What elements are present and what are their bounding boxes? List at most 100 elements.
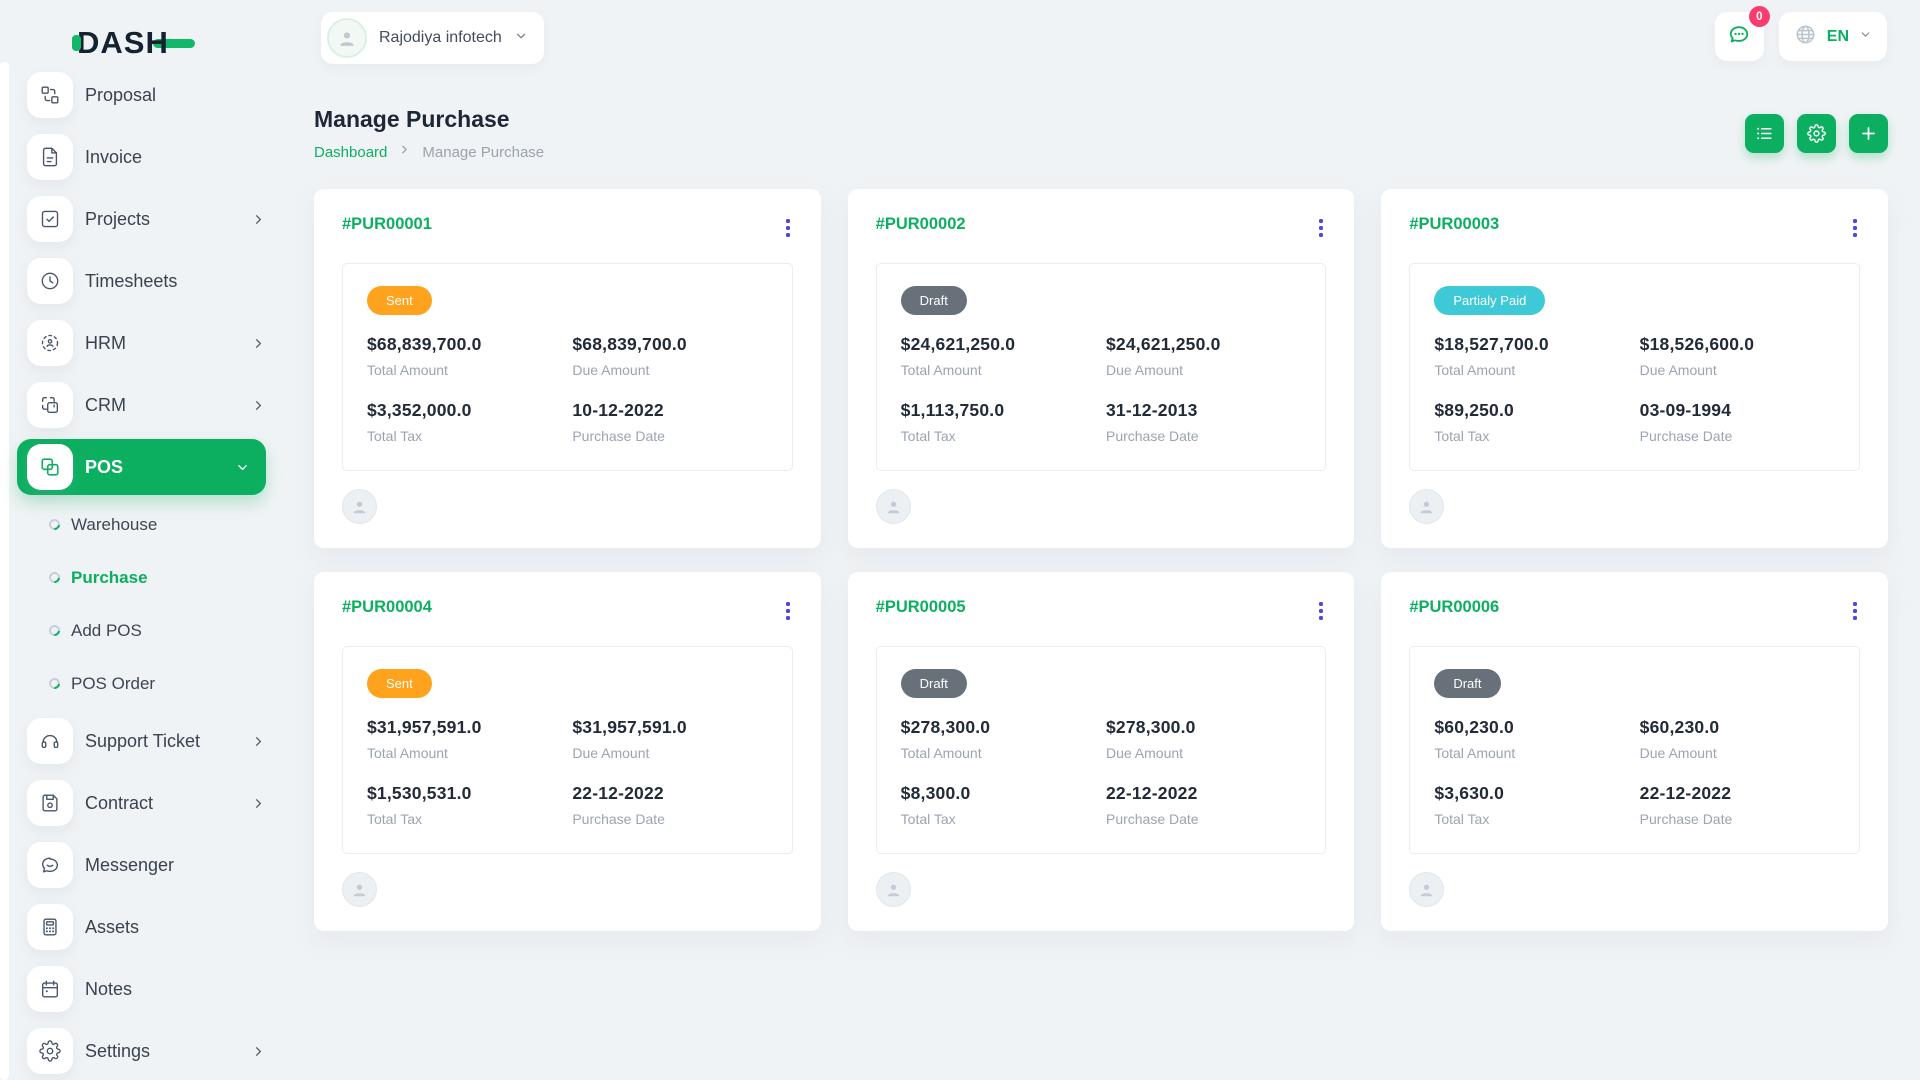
user-avatar[interactable]: [1409, 872, 1444, 907]
sidebar-item-hrm[interactable]: HRM: [0, 312, 286, 374]
total-tax-label: Total Tax: [901, 428, 1096, 444]
kebab-menu-button[interactable]: [1850, 598, 1860, 624]
chevron-right-icon: [251, 398, 266, 413]
kebab-menu-button[interactable]: [1316, 598, 1326, 624]
sidebar-item-settings[interactable]: Settings: [0, 1020, 286, 1080]
purchase-date-value: 31-12-2013: [1106, 400, 1301, 421]
chevron-down-icon: [235, 460, 250, 475]
user-avatar[interactable]: [876, 489, 911, 524]
kebab-menu-button[interactable]: [1316, 215, 1326, 241]
sidebar-item-purchase[interactable]: Purchase: [0, 551, 286, 604]
purchase-date-label: Purchase Date: [1640, 811, 1835, 827]
total-tax-label: Total Tax: [901, 811, 1096, 827]
purchase-date-label: Purchase Date: [1106, 428, 1301, 444]
purchase-id-link[interactable]: #PUR00001: [342, 215, 432, 234]
sidebar-item-timesheets[interactable]: Timesheets: [0, 250, 286, 312]
user-avatar[interactable]: [342, 489, 377, 524]
total-tax-label: Total Tax: [1434, 811, 1629, 827]
sidebar-item-pos[interactable]: POS: [17, 439, 266, 495]
total-amount-value: $68,839,700.0: [367, 334, 562, 355]
total-tax-value: $3,352,000.0: [367, 400, 562, 421]
sidebar-item-label: Notes: [85, 979, 132, 1000]
kebab-menu-button[interactable]: [783, 598, 793, 624]
due-amount-label: Due Amount: [1640, 745, 1835, 761]
sidebar-item-invoice[interactable]: Invoice: [0, 126, 286, 188]
settings-gear-icon: [27, 1028, 73, 1074]
purchase-id-link[interactable]: #PUR00003: [1409, 215, 1499, 234]
sidebar-item-crm[interactable]: CRM: [0, 374, 286, 436]
purchase-id-link[interactable]: #PUR00006: [1409, 598, 1499, 617]
sidebar-item-label: Settings: [85, 1041, 150, 1062]
sidebar-item-label: Warehouse: [71, 515, 157, 535]
sidebar-item-label: Support Ticket: [85, 731, 200, 752]
purchase-date-value: 10-12-2022: [572, 400, 767, 421]
total-amount-label: Total Amount: [901, 362, 1096, 378]
purchase-date-label: Purchase Date: [572, 428, 767, 444]
breadcrumb-dashboard-link[interactable]: Dashboard: [314, 144, 387, 161]
sidebar-item-assets[interactable]: Assets: [0, 896, 286, 958]
list-view-button[interactable]: [1745, 114, 1784, 153]
proposal-icon: [27, 72, 73, 118]
user-avatar[interactable]: [876, 872, 911, 907]
page-title: Manage Purchase: [314, 106, 544, 133]
sidebar-item-pos-order[interactable]: POS Order: [0, 657, 286, 710]
purchase-date-label: Purchase Date: [572, 811, 767, 827]
sidebar-item-notes[interactable]: Notes: [0, 958, 286, 1020]
due-amount-value: $60,230.0: [1640, 717, 1835, 738]
total-amount-label: Total Amount: [367, 745, 562, 761]
kebab-menu-button[interactable]: [783, 215, 793, 241]
purchase-date-value: 22-12-2022: [572, 783, 767, 804]
due-amount-label: Due Amount: [572, 362, 767, 378]
brand-logo-dot: [72, 35, 81, 51]
crm-icon: [27, 382, 73, 428]
pos-icon: [27, 444, 73, 490]
total-amount-label: Total Amount: [1434, 745, 1629, 761]
assets-icon: [27, 904, 73, 950]
invoice-icon: [27, 134, 73, 180]
main-content: Manage Purchase Dashboard Manage Purchas…: [314, 0, 1888, 931]
bullet-icon: [47, 623, 62, 638]
sidebar-item-proposal[interactable]: Proposal: [0, 64, 286, 126]
sidebar-item-label: Proposal: [85, 85, 156, 106]
bullet-icon: [47, 517, 62, 532]
purchase-date-label: Purchase Date: [1106, 811, 1301, 827]
sidebar-item-warehouse[interactable]: Warehouse: [0, 498, 286, 551]
hrm-icon: [27, 320, 73, 366]
sidebar-item-contract[interactable]: Contract: [0, 772, 286, 834]
purchase-id-link[interactable]: #PUR00002: [876, 215, 966, 234]
sidebar-item-messenger[interactable]: Messenger: [0, 834, 286, 896]
sidebar-item-label: CRM: [85, 395, 126, 416]
sidebar-item-label: Invoice: [85, 147, 142, 168]
bullet-icon: [47, 676, 62, 691]
sidebar-item-support-ticket[interactable]: Support Ticket: [0, 710, 286, 772]
total-tax-label: Total Tax: [1434, 428, 1629, 444]
purchase-date-value: 22-12-2022: [1640, 783, 1835, 804]
sidebar-nav: Proposal Invoice Projects Timesheets: [0, 64, 286, 1080]
total-tax-value: $1,113,750.0: [901, 400, 1096, 421]
purchase-id-link[interactable]: #PUR00005: [876, 598, 966, 617]
breadcrumb-current: Manage Purchase: [422, 144, 544, 161]
sidebar-item-add-pos[interactable]: Add POS: [0, 604, 286, 657]
kebab-menu-button[interactable]: [1850, 215, 1860, 241]
user-avatar[interactable]: [1409, 489, 1444, 524]
total-amount-value: $24,621,250.0: [901, 334, 1096, 355]
purchase-summary-box: Partialy Paid $18,527,700.0Total Amount …: [1409, 263, 1860, 471]
chevron-right-icon: [251, 734, 266, 749]
sidebar-item-label: HRM: [85, 333, 126, 354]
status-badge: Partialy Paid: [1434, 286, 1545, 315]
user-avatar[interactable]: [342, 872, 377, 907]
purchase-id-link[interactable]: #PUR00004: [342, 598, 432, 617]
due-amount-label: Due Amount: [1106, 362, 1301, 378]
sidebar-item-projects[interactable]: Projects: [0, 188, 286, 250]
notes-icon: [27, 966, 73, 1012]
grid-settings-button[interactable]: [1797, 114, 1836, 153]
add-purchase-button[interactable]: [1849, 114, 1888, 153]
purchase-card: #PUR00006 Draft $60,230.0Total Amount $6…: [1381, 572, 1888, 931]
purchase-date-label: Purchase Date: [1640, 428, 1835, 444]
total-tax-label: Total Tax: [367, 811, 562, 827]
brand-logo[interactable]: DASH: [72, 22, 195, 64]
purchase-summary-box: Draft $60,230.0Total Amount $60,230.0Due…: [1409, 646, 1860, 854]
sidebar-item-label: Projects: [85, 209, 150, 230]
total-tax-label: Total Tax: [367, 428, 562, 444]
total-tax-value: $89,250.0: [1434, 400, 1629, 421]
